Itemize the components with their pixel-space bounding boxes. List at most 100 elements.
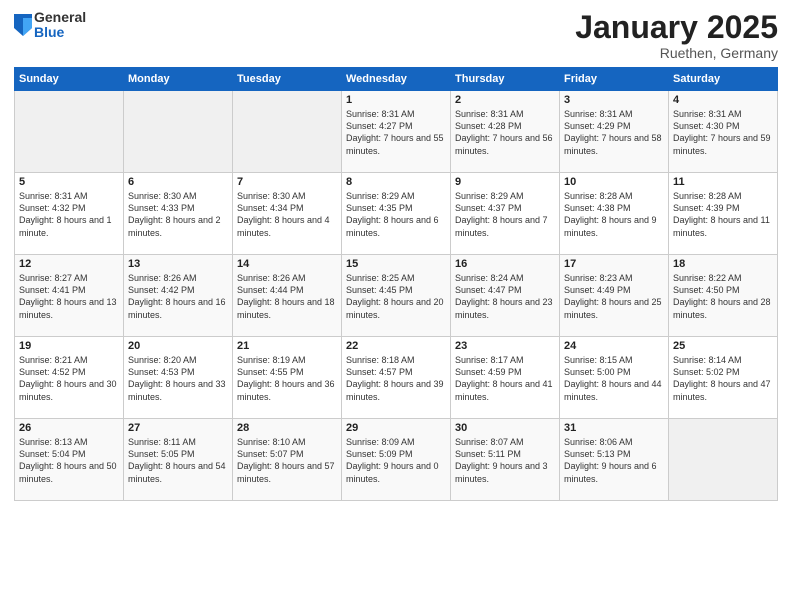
cell-info: Sunrise: 8:26 AMSunset: 4:44 PMDaylight:… [237, 272, 337, 321]
day-number: 16 [455, 258, 555, 270]
cell-info: Sunrise: 8:24 AMSunset: 4:47 PMDaylight:… [455, 272, 555, 321]
cell-2-7: 11Sunrise: 8:28 AMSunset: 4:39 PMDayligh… [669, 173, 778, 255]
cell-info: Sunrise: 8:19 AMSunset: 4:55 PMDaylight:… [237, 354, 337, 403]
header-sunday: Sunday [15, 68, 124, 91]
cell-1-3 [233, 91, 342, 173]
header: General Blue January 2025 Ruethen, Germa… [14, 10, 778, 61]
logo-icon [14, 14, 32, 36]
day-number: 25 [673, 340, 773, 352]
cell-info: Sunrise: 8:28 AMSunset: 4:39 PMDaylight:… [673, 190, 773, 239]
header-saturday: Saturday [669, 68, 778, 91]
cell-4-7: 25 Sunrise: 8:14 AMSunset: 5:02 PMDayligh… [669, 337, 778, 419]
logo-general: General [34, 10, 86, 25]
day-number: 24 [564, 340, 664, 352]
cell-info: Sunrise: 8:09 AMSunset: 5:09 PMDaylight:… [346, 436, 446, 485]
header-monday: Monday [124, 68, 233, 91]
day-number: 29 [346, 422, 446, 434]
cell-info: Sunrise: 8:22 AMSunset: 4:50 PMDaylight:… [673, 272, 773, 321]
subtitle: Ruethen, Germany [575, 45, 778, 61]
cell-5-2: 27 Sunrise: 8:11 AMSunset: 5:05 PMDayligh… [124, 419, 233, 501]
cell-info: Sunrise: 8:31 AMSunset: 4:29 PMDaylight:… [564, 108, 664, 157]
cell-5-7 [669, 419, 778, 501]
day-number: 17 [564, 258, 664, 270]
cell-info: Sunrise: 8:15 AMSunset: 5:00 PMDaylight:… [564, 354, 664, 403]
cell-info: Sunrise: 8:21 AMSunset: 4:52 PMDaylight:… [19, 354, 119, 403]
cell-3-4: 15 Sunrise: 8:25 AMSunset: 4:45 PMDayligh… [342, 255, 451, 337]
cell-2-2: 6Sunrise: 8:30 AMSunset: 4:33 PMDaylight… [124, 173, 233, 255]
cell-2-3: 7 Sunrise: 8:30 AMSunset: 4:34 PMDaylight… [233, 173, 342, 255]
day-number: 3 [564, 94, 664, 106]
day-number: 19 [19, 340, 119, 352]
cell-2-6: 10 Sunrise: 8:28 AMSunset: 4:38 PMDayligh… [560, 173, 669, 255]
cell-info: Sunrise: 8:06 AMSunset: 5:13 PMDaylight:… [564, 436, 664, 485]
cell-info: Sunrise: 8:11 AMSunset: 5:05 PMDaylight:… [128, 436, 228, 485]
day-number: 21 [237, 340, 337, 352]
cell-3-6: 17Sunrise: 8:23 AMSunset: 4:49 PMDayligh… [560, 255, 669, 337]
cell-1-1 [15, 91, 124, 173]
cell-4-2: 20 Sunrise: 8:20 AMSunset: 4:53 PMDayligh… [124, 337, 233, 419]
cell-4-1: 19 Sunrise: 8:21 AMSunset: 4:52 PMDayligh… [15, 337, 124, 419]
page: General Blue January 2025 Ruethen, Germa… [0, 0, 792, 612]
header-tuesday: Tuesday [233, 68, 342, 91]
day-number: 2 [455, 94, 555, 106]
day-number: 31 [564, 422, 664, 434]
cell-info: Sunrise: 8:17 AMSunset: 4:59 PMDaylight:… [455, 354, 555, 403]
week-row-3: 12 Sunrise: 8:27 AMSunset: 4:41 PMDayligh… [15, 255, 778, 337]
day-number: 7 [237, 176, 337, 188]
day-number: 22 [346, 340, 446, 352]
cell-3-7: 18 Sunrise: 8:22 AMSunset: 4:50 PMDayligh… [669, 255, 778, 337]
day-number: 15 [346, 258, 446, 270]
cell-info: Sunrise: 8:31 AMSunset: 4:32 PMDaylight:… [19, 190, 119, 239]
cell-5-1: 26Sunrise: 8:13 AMSunset: 5:04 PMDayligh… [15, 419, 124, 501]
cell-info: Sunrise: 8:30 AMSunset: 4:34 PMDaylight:… [237, 190, 337, 239]
calendar-body: 1 Sunrise: 8:31 AMSunset: 4:27 PMDaylight… [15, 91, 778, 501]
cell-info: Sunrise: 8:14 AMSunset: 5:02 PMDaylight:… [673, 354, 773, 403]
day-number: 20 [128, 340, 228, 352]
day-number: 13 [128, 258, 228, 270]
cell-2-5: 9Sunrise: 8:29 AMSunset: 4:37 PMDaylight… [451, 173, 560, 255]
header-thursday: Thursday [451, 68, 560, 91]
day-number: 4 [673, 94, 773, 106]
cell-info: Sunrise: 8:25 AMSunset: 4:45 PMDaylight:… [346, 272, 446, 321]
header-friday: Friday [560, 68, 669, 91]
calendar-header: Sunday Monday Tuesday Wednesday Thursday… [15, 68, 778, 91]
cell-info: Sunrise: 8:26 AMSunset: 4:42 PMDaylight:… [128, 272, 228, 321]
day-number: 5 [19, 176, 119, 188]
cell-2-4: 8Sunrise: 8:29 AMSunset: 4:35 PMDaylight… [342, 173, 451, 255]
cell-2-1: 5 Sunrise: 8:31 AMSunset: 4:32 PMDaylight… [15, 173, 124, 255]
cell-info: Sunrise: 8:29 AMSunset: 4:35 PMDaylight:… [346, 190, 446, 239]
cell-1-4: 1 Sunrise: 8:31 AMSunset: 4:27 PMDaylight… [342, 91, 451, 173]
week-row-5: 26Sunrise: 8:13 AMSunset: 5:04 PMDayligh… [15, 419, 778, 501]
cell-3-5: 16 Sunrise: 8:24 AMSunset: 4:47 PMDayligh… [451, 255, 560, 337]
day-number: 10 [564, 176, 664, 188]
week-row-2: 5 Sunrise: 8:31 AMSunset: 4:32 PMDaylight… [15, 173, 778, 255]
cell-4-3: 21 Sunrise: 8:19 AMSunset: 4:55 PMDayligh… [233, 337, 342, 419]
cell-5-6: 31 Sunrise: 8:06 AMSunset: 5:13 PMDayligh… [560, 419, 669, 501]
cell-info: Sunrise: 8:10 AMSunset: 5:07 PMDaylight:… [237, 436, 337, 485]
week-row-4: 19 Sunrise: 8:21 AMSunset: 4:52 PMDayligh… [15, 337, 778, 419]
day-number: 27 [128, 422, 228, 434]
title-area: January 2025 Ruethen, Germany [575, 10, 778, 61]
day-number: 6 [128, 176, 228, 188]
day-number: 23 [455, 340, 555, 352]
header-wednesday: Wednesday [342, 68, 451, 91]
day-number: 1 [346, 94, 446, 106]
day-number: 26 [19, 422, 119, 434]
day-number: 14 [237, 258, 337, 270]
cell-1-5: 2Sunrise: 8:31 AMSunset: 4:28 PMDaylight… [451, 91, 560, 173]
cell-5-4: 29 Sunrise: 8:09 AMSunset: 5:09 PMDayligh… [342, 419, 451, 501]
cell-3-1: 12 Sunrise: 8:27 AMSunset: 4:41 PMDayligh… [15, 255, 124, 337]
cell-1-6: 3 Sunrise: 8:31 AMSunset: 4:29 PMDaylight… [560, 91, 669, 173]
cell-info: Sunrise: 8:31 AMSunset: 4:30 PMDaylight:… [673, 108, 773, 157]
day-number: 18 [673, 258, 773, 270]
day-number: 12 [19, 258, 119, 270]
cell-info: Sunrise: 8:27 AMSunset: 4:41 PMDaylight:… [19, 272, 119, 321]
cell-5-3: 28Sunrise: 8:10 AMSunset: 5:07 PMDayligh… [233, 419, 342, 501]
cell-info: Sunrise: 8:07 AMSunset: 5:11 PMDaylight:… [455, 436, 555, 485]
cell-1-7: 4 Sunrise: 8:31 AMSunset: 4:30 PMDaylight… [669, 91, 778, 173]
cell-info: Sunrise: 8:28 AMSunset: 4:38 PMDaylight:… [564, 190, 664, 239]
cell-info: Sunrise: 8:29 AMSunset: 4:37 PMDaylight:… [455, 190, 555, 239]
cell-info: Sunrise: 8:20 AMSunset: 4:53 PMDaylight:… [128, 354, 228, 403]
logo: General Blue [14, 10, 86, 41]
cell-info: Sunrise: 8:31 AMSunset: 4:27 PMDaylight:… [346, 108, 446, 157]
